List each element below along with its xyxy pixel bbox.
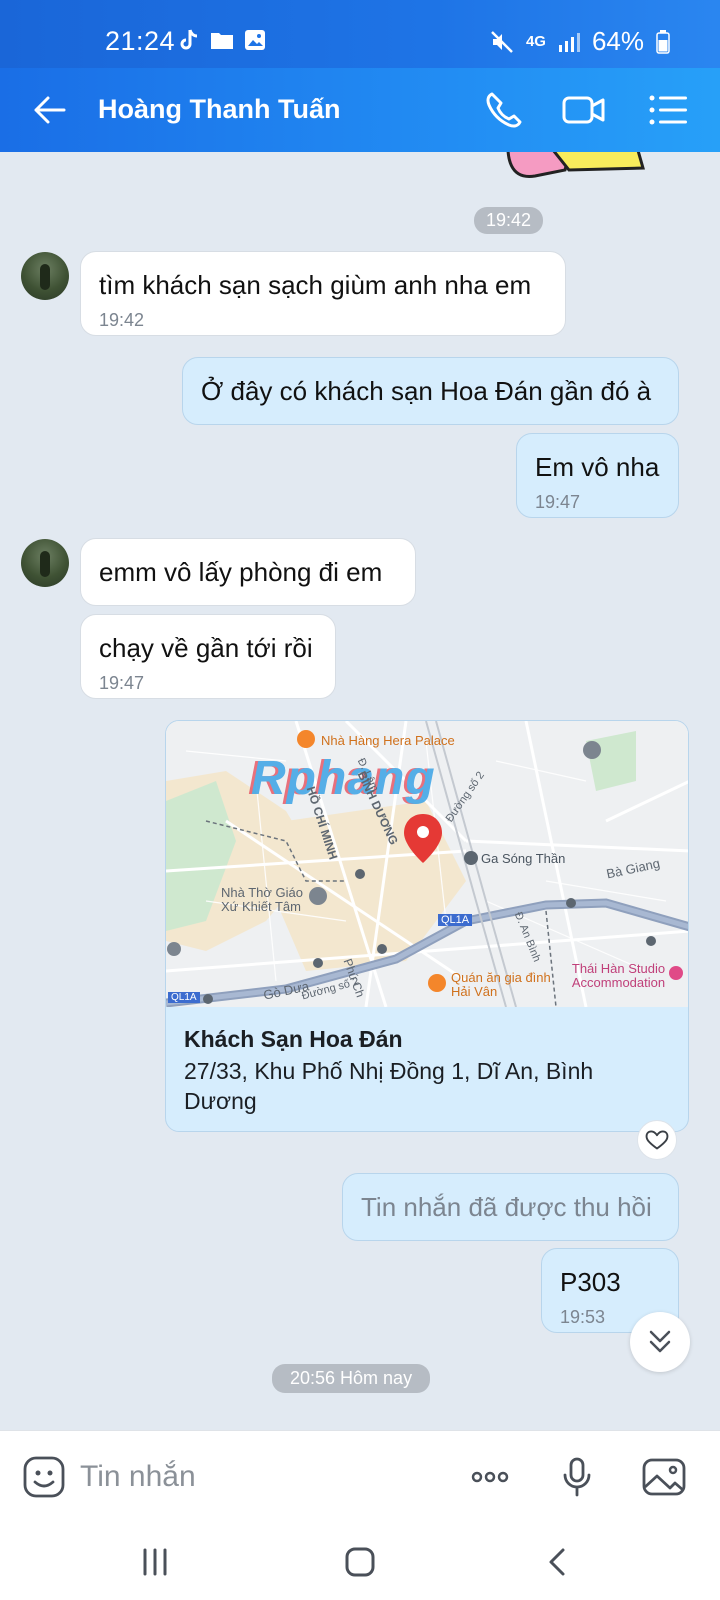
back-icon[interactable]: [537, 1542, 581, 1582]
map-label: QL1A: [168, 992, 200, 1003]
outgoing-message[interactable]: Ở đây có khách sạn Hoa Đán gần đó à: [182, 357, 679, 425]
avatar[interactable]: [21, 539, 69, 587]
folder-icon: [211, 33, 233, 49]
sticker-image[interactable]: [505, 152, 645, 192]
home-icon[interactable]: [338, 1542, 382, 1582]
chat-header: Hoàng Thanh Tuấn: [0, 68, 720, 152]
notification-icons: [178, 28, 266, 52]
map-label: QL1A: [438, 914, 473, 926]
outgoing-message[interactable]: Em vô nha 19:47: [516, 433, 679, 518]
mute-icon: [491, 30, 513, 53]
contact-name[interactable]: Hoàng Thanh Tuấn: [98, 94, 340, 125]
battery-percent: 64%: [591, 26, 644, 56]
tiktok-icon: [180, 29, 198, 50]
chat-area[interactable]: 19:42 tìm khách sạn sạch giùm anh nha em…: [0, 152, 720, 1430]
phone-call-icon[interactable]: [480, 86, 528, 134]
back-arrow-icon[interactable]: [28, 88, 72, 132]
message-input[interactable]: [80, 1457, 440, 1497]
heart-react-icon[interactable]: [637, 1120, 677, 1160]
status-time: 21:24: [105, 26, 176, 56]
map-preview[interactable]: Rphang Nhà Hàng Hera Palace Ga Sóng Thần…: [166, 721, 688, 1007]
incoming-message[interactable]: tìm khách sạn sạch giùm anh nha em 19:42: [80, 251, 566, 336]
gallery-icon: [245, 30, 265, 50]
message-text: tìm khách sạn sạch giùm anh nha em: [99, 270, 532, 300]
message-time: 19:47: [99, 673, 145, 693]
incoming-message[interactable]: chạy về gần tới rồi 19:47: [80, 614, 336, 699]
status-right: 4G 64%: [490, 26, 670, 57]
location-card[interactable]: Rphang Nhà Hàng Hera Palace Ga Sóng Thần…: [165, 720, 689, 1132]
incoming-message[interactable]: emm vô lấy phòng đi em: [80, 538, 416, 606]
status-bar: 21:24 4G 64%: [0, 0, 720, 68]
message-text: emm vô lấy phòng đi em: [99, 557, 383, 587]
recent-apps-icon[interactable]: [133, 1542, 177, 1582]
message-text: chạy về gần tới rồi: [99, 633, 313, 663]
double-chevron-down-icon: [649, 1330, 671, 1353]
battery-icon: [656, 29, 670, 54]
watermark: Rphang: [251, 752, 436, 805]
location-name: Khách Sạn Hoa Đán: [184, 1026, 403, 1052]
map-label: Thái Hàn Studio Accommodation: [571, 961, 666, 991]
map-label: Nhà Hàng Hera Palace: [321, 733, 455, 748]
microphone-icon[interactable]: [553, 1453, 601, 1501]
message-time: 19:47: [535, 492, 581, 512]
message-text: Em vô nha: [535, 452, 660, 482]
network-type: 4G: [525, 33, 546, 50]
message-text: Ở đây có khách sạn Hoa Đán gần đó à: [201, 376, 652, 406]
map-label: Quán ăn gia đình Hải Vân: [451, 970, 551, 1000]
message-text: Tin nhắn đã được thu hồi: [361, 1192, 652, 1222]
message-time: 19:53: [560, 1307, 606, 1327]
message-input-bar: [0, 1430, 720, 1522]
image-gallery-icon[interactable]: [640, 1453, 688, 1501]
sticker-emoji-icon[interactable]: [20, 1453, 68, 1501]
menu-list-icon[interactable]: [644, 86, 692, 134]
video-call-icon[interactable]: [560, 86, 608, 134]
map-label: Nhà Thờ Giáo Xứ Khiết Tâm: [221, 885, 303, 915]
time-divider: 19:42: [474, 207, 544, 234]
message-text: P303: [560, 1267, 621, 1297]
message-time: 19:42: [99, 310, 145, 330]
recalled-message[interactable]: Tin nhắn đã được thu hồi: [342, 1173, 679, 1241]
day-divider: 20:56 Hôm nay: [272, 1364, 431, 1393]
system-nav-bar: [0, 1522, 720, 1600]
location-address: 27/33, Khu Phố Nhị Đồng 1, Dĩ An, Bình D…: [184, 1058, 594, 1115]
scroll-to-bottom-button[interactable]: [630, 1312, 690, 1372]
signal-icon: [558, 32, 580, 52]
more-options-icon[interactable]: [466, 1453, 514, 1501]
avatar[interactable]: [21, 252, 69, 300]
map-label: Ga Sóng Thần: [481, 851, 566, 866]
